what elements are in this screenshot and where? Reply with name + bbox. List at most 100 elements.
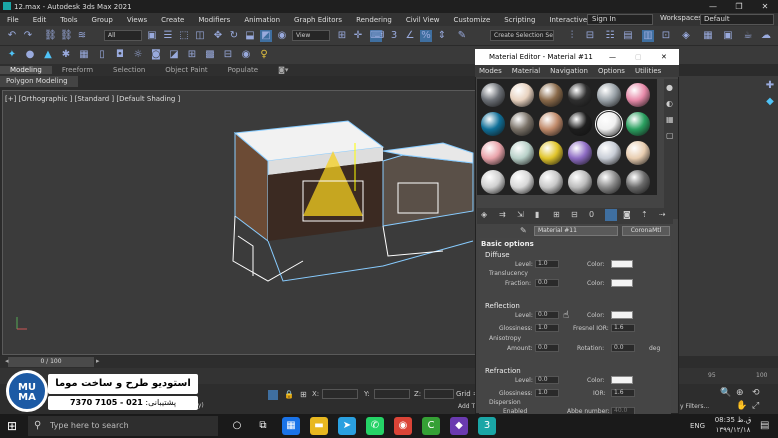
menu-edit[interactable]: Edit [26, 16, 54, 24]
pan-icon[interactable]: ✋ [736, 401, 747, 411]
move-icon[interactable]: ✥ [212, 30, 224, 42]
light-lister-icon[interactable]: ♀ [258, 49, 270, 61]
menu-scripting[interactable]: Scripting [497, 16, 542, 24]
put-to-library-icon[interactable]: ⊟ [571, 210, 578, 219]
create-lights-icon[interactable]: ✦ [6, 49, 18, 61]
refraction-ior-spinner[interactable]: 1.6 [611, 389, 635, 397]
rect-selection-icon[interactable]: ⬚ [178, 30, 190, 42]
door-icon[interactable]: ▯ [96, 49, 108, 61]
chrome-icon[interactable]: ◉ [394, 417, 412, 435]
menu-rendering[interactable]: Rendering [349, 16, 399, 24]
polygon-modeling-panel[interactable]: Polygon Modeling [0, 76, 78, 87]
reflection-level-spinner[interactable]: 0.0 [535, 311, 559, 319]
material-library-icon[interactable]: ⊟ [222, 49, 234, 61]
rollout-basic-options[interactable]: Basic options [481, 240, 534, 248]
material-sample-slot[interactable] [567, 169, 593, 195]
add-time-tag-button[interactable]: Add Ti [458, 403, 477, 410]
render-cloud-icon[interactable]: ☁ [760, 30, 772, 42]
link-icon[interactable]: ⛓ [44, 30, 57, 42]
layer-explorer-icon[interactable]: ☷ [604, 30, 616, 42]
y-coord-field[interactable] [374, 389, 410, 399]
get-material-icon[interactable]: ◈ [481, 210, 487, 219]
material-sample-slot[interactable] [625, 111, 651, 137]
menu-material[interactable]: Material [508, 67, 546, 75]
diffuse-color-swatch[interactable] [611, 260, 633, 268]
background-icon[interactable]: ▦ [666, 115, 674, 124]
windows-start-icon[interactable]: ⊞ [7, 419, 17, 433]
absolute-mode-icon[interactable]: ⊞ [300, 390, 307, 399]
workspaces-dropdown[interactable]: Default [700, 14, 774, 25]
rendered-frame-icon[interactable]: ▣ [722, 30, 734, 42]
pivot-icon[interactable]: ⊞ [336, 30, 348, 42]
time-slider[interactable]: 0 / 100 [8, 357, 94, 367]
edit-named-sets-icon[interactable]: ✎ [456, 30, 468, 42]
material-sample-slot[interactable] [480, 169, 506, 195]
create-panel-icon[interactable]: ✚ [764, 80, 776, 92]
material-name-field[interactable]: Material #11 [534, 226, 618, 236]
create-sphere-icon[interactable]: ● [24, 49, 36, 61]
material-sample-slot[interactable] [596, 140, 622, 166]
modify-panel-icon[interactable]: ◆ [764, 96, 776, 108]
orbit-icon[interactable]: ⟲ [752, 388, 760, 398]
zoom-all-icon[interactable]: ⊕ [736, 388, 744, 398]
menu-file[interactable]: File [0, 16, 26, 24]
mirror-icon[interactable]: ⫶ [566, 30, 578, 42]
rotate-icon[interactable]: ↻ [228, 30, 240, 42]
show-end-result-icon[interactable]: ◙ [623, 210, 631, 219]
material-sample-slot[interactable] [509, 111, 535, 137]
camtasia-icon[interactable]: C [422, 417, 440, 435]
scale-icon[interactable]: ⬓ [244, 30, 256, 42]
placement-icon[interactable]: ◩ [260, 30, 272, 42]
menu-graph-editors[interactable]: Graph Editors [287, 16, 349, 24]
maximize-button[interactable]: ❐ [726, 0, 752, 13]
material-sample-slot[interactable] [567, 111, 593, 137]
menu-utilities[interactable]: Utilities [631, 67, 667, 75]
menu-options[interactable]: Options [594, 67, 631, 75]
key-filters-button[interactable]: y Filters... [680, 403, 709, 410]
prev-frame-icon[interactable]: ◂ [5, 357, 9, 365]
pick-material-icon[interactable]: ✎ [520, 226, 527, 235]
zoom-icon[interactable]: 🔍 [720, 388, 731, 398]
material-sample-slot[interactable] [596, 169, 622, 195]
render-setup-icon[interactable]: ▦ [702, 30, 714, 42]
scatter-icon[interactable]: ✱ [60, 49, 72, 61]
3dsmax-taskbar-icon[interactable]: 3 [478, 417, 496, 435]
camera-icon[interactable]: ◘ [114, 49, 126, 61]
amount-spinner[interactable]: 0.0 [535, 344, 559, 352]
calculator-icon[interactable]: ▦ [282, 417, 300, 435]
align-icon[interactable]: ⊟ [584, 30, 596, 42]
ribbon-options-icon[interactable]: ◙▾ [268, 66, 298, 74]
bind-space-warp-icon[interactable]: ≋ [76, 30, 88, 42]
backlight-icon[interactable]: ◐ [666, 99, 673, 108]
menu-group[interactable]: Group [85, 16, 120, 24]
percent-snap-icon[interactable]: % [420, 30, 432, 42]
close-icon[interactable]: ✕ [661, 49, 667, 65]
menu-civil-view[interactable]: Civil View [399, 16, 447, 24]
reference-coord-dropdown[interactable]: View [292, 30, 330, 41]
angle-snap-icon[interactable]: ∠ [404, 30, 416, 42]
material-id-icon[interactable]: 0 [589, 210, 594, 219]
material-sample-slot[interactable] [625, 82, 651, 108]
material-type-button[interactable]: CoronaMtl [622, 226, 670, 236]
material-sample-slot[interactable] [567, 82, 593, 108]
material-sample-slot[interactable] [509, 140, 535, 166]
material-sample-slot[interactable] [625, 169, 651, 195]
viewport-label[interactable]: [+] [Orthographic ] [Standard ] [Default… [5, 95, 180, 103]
material-sample-slot[interactable] [509, 169, 535, 195]
rotation-spinner[interactable]: 0.0 [611, 344, 635, 352]
telegram-icon[interactable]: ➤ [338, 417, 356, 435]
sample-type-icon[interactable]: ● [666, 83, 673, 92]
taskbar-search[interactable]: Type here to search [28, 416, 218, 436]
make-unique-icon[interactable]: ⊞ [553, 210, 560, 219]
task-view-icon[interactable]: ⧉ [254, 417, 272, 435]
keyboard-shortcut-icon[interactable]: ⌨ [370, 30, 384, 42]
decal-icon[interactable]: ▩ [204, 49, 216, 61]
language-indicator[interactable]: ENG [690, 422, 705, 430]
undo-icon[interactable]: ↶ [6, 30, 18, 42]
select-object-icon[interactable]: ▣ [146, 30, 158, 42]
material-sample-slot[interactable] [480, 82, 506, 108]
cortana-icon[interactable]: ○ [228, 417, 246, 435]
material-sample-slot[interactable] [596, 82, 622, 108]
show-shaded-icon[interactable] [605, 209, 617, 221]
schematic-view-icon[interactable]: ⊡ [660, 30, 672, 42]
